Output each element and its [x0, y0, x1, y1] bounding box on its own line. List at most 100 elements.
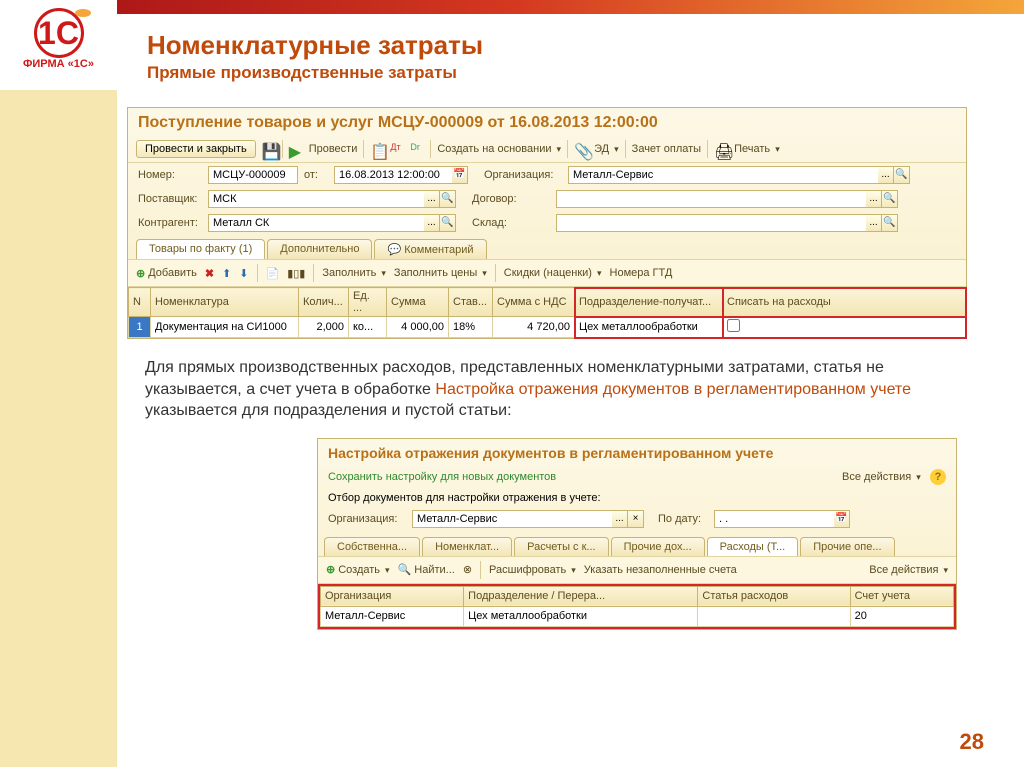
tab-comment[interactable]: 💬 Комментарий [374, 239, 486, 259]
cell-cfg-dept[interactable]: Цех металлообработки [464, 606, 698, 626]
comment-icon: 💬 [387, 244, 401, 256]
all-actions-button[interactable]: Все действия [842, 471, 921, 483]
dtkt-icon[interactable]: Дт [390, 142, 404, 156]
tab-own[interactable]: Собственна... [324, 537, 420, 556]
gtd-button[interactable]: Номера ГТД [610, 267, 673, 279]
separator [257, 264, 258, 282]
cell-sum-vat[interactable]: 4 720,00 [493, 317, 575, 338]
tab-other[interactable]: Прочие опе... [800, 537, 894, 556]
counterparty-input[interactable] [208, 214, 424, 232]
cell-qty[interactable]: 2,000 [299, 317, 349, 338]
help-icon[interactable]: ? [930, 469, 946, 485]
col-n[interactable]: N [129, 288, 151, 317]
save-icon[interactable]: 💾 [262, 142, 276, 156]
select-icon[interactable]: ... [878, 166, 894, 184]
attach-icon[interactable]: 📎 [574, 142, 588, 156]
warehouse-input[interactable] [556, 214, 866, 232]
col-sum[interactable]: Сумма [387, 288, 449, 317]
label-number: Номер: [138, 169, 202, 181]
cell-department[interactable]: Цех металлообработки [575, 317, 723, 338]
select-icon[interactable]: ... [866, 190, 882, 208]
offset-button[interactable]: Зачет оплаты [632, 143, 701, 155]
tab-nom[interactable]: Номенклат... [422, 537, 512, 556]
grid-toolbar: ⊕ Добавить ✖ ⬆ ⬇ 📄 ▮▯▮ Заполнить Заполни… [128, 259, 966, 287]
select-icon[interactable]: ... [612, 510, 628, 528]
todate-input[interactable] [714, 510, 834, 528]
cfg-org-input[interactable] [412, 510, 612, 528]
copy-icon[interactable]: 📄 [266, 267, 280, 280]
search-icon[interactable]: 🔍 [882, 214, 898, 232]
fill-prices-button[interactable]: Заполнить цены [394, 267, 487, 279]
cell-cfg-article[interactable] [698, 606, 850, 626]
discounts-button[interactable]: Скидки (наценки) [504, 267, 602, 279]
cell-vat[interactable]: 18% [449, 317, 493, 338]
supplier-input[interactable] [208, 190, 424, 208]
post-and-close-button[interactable]: Провести и закрыть [136, 140, 256, 158]
move-down-button[interactable]: ⬇ [239, 267, 248, 280]
tab-expenses[interactable]: Расходы (Т... [707, 537, 799, 556]
cell-writeoff[interactable] [723, 317, 966, 338]
col-vat[interactable]: Став... [449, 288, 493, 317]
tab-extra[interactable]: Дополнительно [267, 239, 372, 259]
tab-income[interactable]: Прочие дох... [611, 537, 705, 556]
all-actions-button-2[interactable]: Все действия [869, 564, 948, 576]
cell-n[interactable]: 1 [129, 317, 151, 338]
search-icon[interactable]: 🔍 [882, 190, 898, 208]
col-cfg-org[interactable]: Организация [321, 586, 464, 606]
col-cfg-article[interactable]: Статья расходов [698, 586, 850, 606]
org-input[interactable] [568, 166, 878, 184]
date-input[interactable] [334, 166, 452, 184]
print-icon[interactable]: 🖨 [714, 142, 728, 156]
contract-input[interactable] [556, 190, 866, 208]
col-cfg-account[interactable]: Счет учета [850, 586, 953, 606]
select-icon[interactable]: ... [424, 190, 440, 208]
col-sum-vat[interactable]: Сумма с НДС [493, 288, 575, 317]
writeoff-checkbox[interactable] [727, 319, 740, 332]
cell-sum[interactable]: 4 000,00 [387, 317, 449, 338]
table-row[interactable]: Металл-Сервис Цех металлообработки 20 [321, 606, 954, 626]
list-icon[interactable]: 📋 [370, 142, 384, 156]
number-input[interactable] [208, 166, 298, 184]
col-nomenclature[interactable]: Номенклатура [151, 288, 299, 317]
barcode-icon[interactable]: ▮▯▮ [287, 267, 305, 280]
col-qty[interactable]: Колич... [299, 288, 349, 317]
search-icon[interactable]: 🔍 [440, 214, 456, 232]
post-icon[interactable]: ▶ [289, 142, 303, 156]
post-button[interactable]: Провести [309, 143, 358, 155]
select-icon[interactable]: ... [866, 214, 882, 232]
settings-title: Настройка отражения документов в регламе… [318, 439, 956, 465]
date-picker-icon[interactable]: 📅 [834, 510, 850, 528]
decode-button[interactable]: Расшифровать [489, 564, 576, 576]
create-based-button[interactable]: Создать на основании [437, 143, 561, 155]
date-picker-icon[interactable]: 📅 [452, 166, 468, 184]
print-button[interactable]: Печать [734, 143, 780, 155]
search-icon[interactable]: 🔍 [440, 190, 456, 208]
cell-nomenclature[interactable]: Документация на СИ1000 [151, 317, 299, 338]
cell-cfg-org[interactable]: Металл-Сервис [321, 606, 464, 626]
search-icon[interactable]: 🔍 [894, 166, 910, 184]
fill-button[interactable]: Заполнить [322, 267, 386, 279]
save-settings-link[interactable]: Сохранить настройку для новых документов [328, 471, 556, 483]
col-cfg-dept[interactable]: Подразделение / Перера... [464, 586, 698, 606]
col-writeoff[interactable]: Списать на расходы [723, 288, 966, 317]
unfilled-button[interactable]: Указать незаполненные счета [584, 564, 737, 576]
select-icon[interactable]: ... [424, 214, 440, 232]
col-unit[interactable]: Ед. ... [349, 288, 387, 317]
separator [567, 140, 568, 158]
ed-button[interactable]: ЭД [594, 143, 619, 155]
col-department[interactable]: Подразделение-получат... [575, 288, 723, 317]
cell-unit[interactable]: ко... [349, 317, 387, 338]
tab-calc[interactable]: Расчеты с к... [514, 537, 609, 556]
clear-icon[interactable]: × [628, 510, 644, 528]
find-button[interactable]: 🔍 Найти... [398, 563, 455, 576]
move-up-button[interactable]: ⬆ [222, 267, 231, 280]
drcr-icon[interactable]: Dr [410, 142, 424, 156]
add-row-button[interactable]: ⊕ Добавить [136, 267, 197, 280]
clear-find-icon[interactable]: ⊗ [463, 563, 472, 576]
delete-row-button[interactable]: ✖ [205, 267, 214, 280]
tab-goods[interactable]: Товары по факту (1) [136, 239, 265, 259]
brand-block: 1C ФИРМА «1С» [0, 0, 117, 90]
cell-cfg-account[interactable]: 20 [850, 606, 953, 626]
create-button[interactable]: ⊕ Создать [326, 563, 390, 576]
table-row[interactable]: 1 Документация на СИ1000 2,000 ко... 4 0… [129, 317, 966, 338]
